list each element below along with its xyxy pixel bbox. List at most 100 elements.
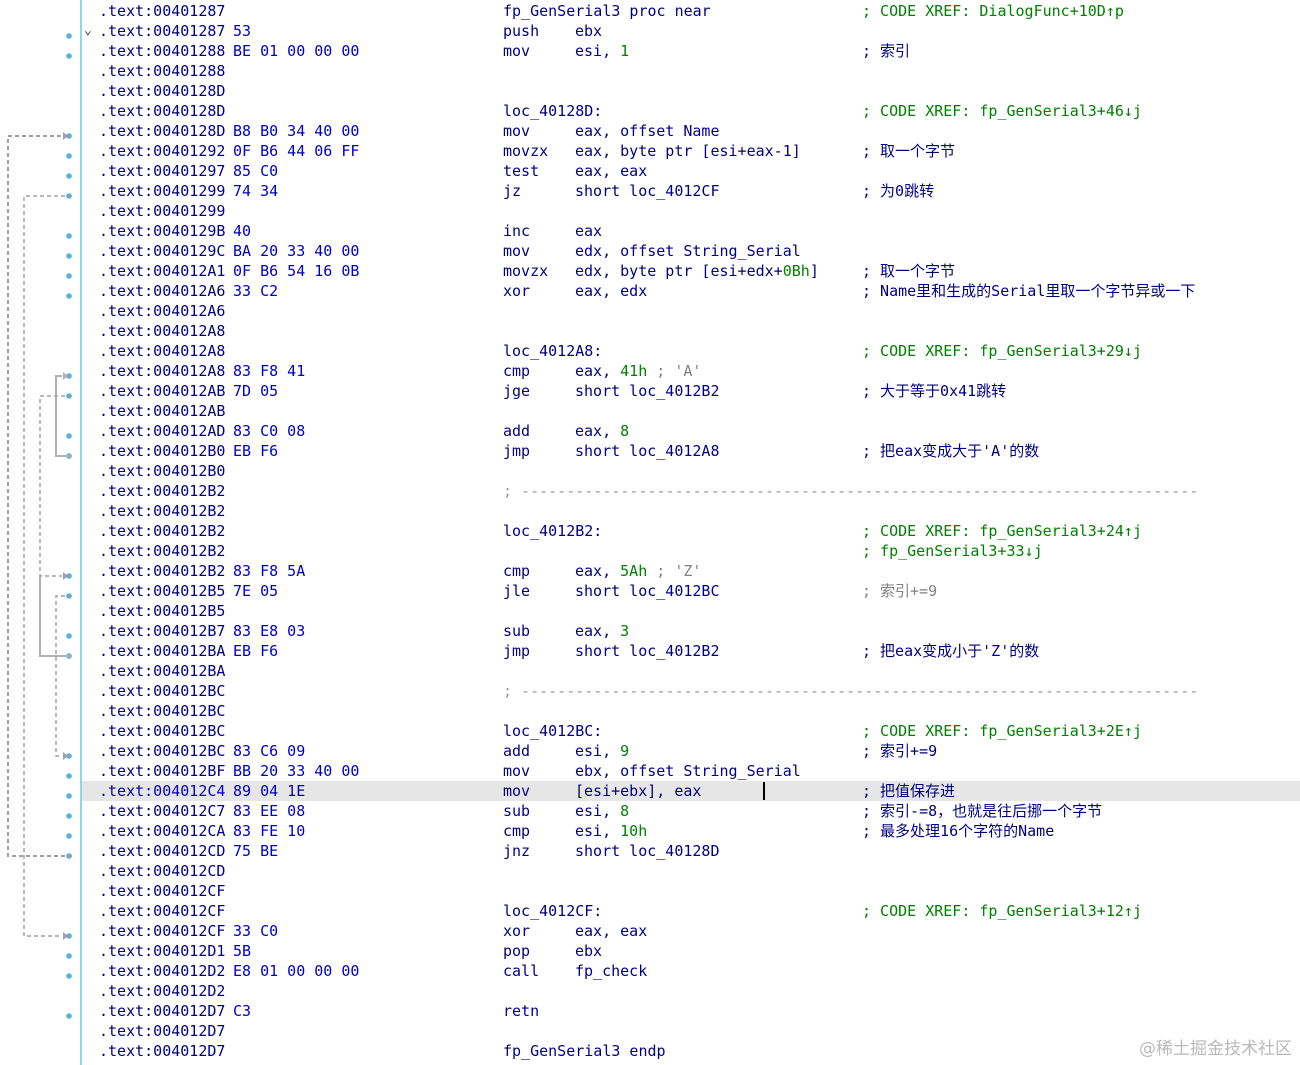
address[interactable]: .text:004012BC: [99, 741, 225, 761]
operand-text[interactable]: short loc_40128D: [575, 842, 720, 860]
mnemonic[interactable]: pop: [503, 941, 530, 961]
operands[interactable]: eax: [575, 221, 602, 241]
breakpoint-dot[interactable]: [66, 33, 72, 39]
mnemonic[interactable]: mov: [503, 241, 530, 261]
mnemonic[interactable]: mov: [503, 781, 530, 801]
listing-row[interactable]: .text:00401288 BE 01 00 00 00 mov esi, 1 ; 索…: [82, 41, 1300, 61]
address[interactable]: .text:00401287: [99, 1, 225, 21]
operand-text[interactable]: eax,: [575, 362, 620, 380]
address[interactable]: .text:004012B2: [99, 501, 225, 521]
operands[interactable]: esi, 9: [575, 741, 629, 761]
breakpoint-dot[interactable]: [66, 973, 72, 979]
listing-row[interactable]: .text:0040129B 40 inc eax: [82, 221, 1300, 241]
mnemonic[interactable]: movzx: [503, 141, 548, 161]
listing-row[interactable]: .text:004012CF 33 C0 xor eax, eax: [82, 921, 1300, 941]
address[interactable]: .text:004012A8: [99, 321, 225, 341]
breakpoint-dot[interactable]: [66, 173, 72, 179]
address[interactable]: .text:004012D2: [99, 961, 225, 981]
operand-text[interactable]: eax, offset Name: [575, 122, 720, 140]
listing-row[interactable]: .text:004012D7 C3 retn: [82, 1001, 1300, 1021]
operands[interactable]: eax, offset Name: [575, 121, 720, 141]
breakpoint-dot[interactable]: [66, 1013, 72, 1019]
mnemonic[interactable]: test: [503, 161, 539, 181]
operands[interactable]: short loc_4012B2: [575, 641, 720, 661]
listing-row[interactable]: .text:004012A8 83 F8 41 cmp eax, 41h ; 'A': [82, 361, 1300, 381]
listing-row[interactable]: .text:004012B7 83 E8 03 sub eax, 3: [82, 621, 1300, 641]
breakpoint-dot[interactable]: [66, 253, 72, 259]
address[interactable]: .text:004012B2: [99, 521, 225, 541]
operand-text[interactable]: short loc_4012B2: [575, 642, 720, 660]
mnemonic[interactable]: add: [503, 741, 530, 761]
address[interactable]: .text:004012CF: [99, 921, 225, 941]
operands[interactable]: eax, 5Ah ; 'Z': [575, 561, 701, 581]
listing-row[interactable]: .text:004012CD: [82, 861, 1300, 881]
listing-row[interactable]: .text:004012BC 83 C6 09 add esi, 9 ; 索引+=9: [82, 741, 1300, 761]
mnemonic[interactable]: push: [503, 21, 539, 41]
listing-row[interactable]: .text:004012D2 E8 01 00 00 00 call fp_check: [82, 961, 1300, 981]
address[interactable]: .text:004012BC: [99, 701, 225, 721]
listing-row[interactable]: ⌄ .text:00401287 53 push ebx: [82, 21, 1300, 41]
operand-text[interactable]: eax: [575, 222, 602, 240]
listing-row[interactable]: .text:00401292 0F B6 44 06 FF movzx eax, by…: [82, 141, 1300, 161]
mnemonic[interactable]: mov: [503, 761, 530, 781]
operands[interactable]: edx, offset String_Serial: [575, 241, 801, 261]
listing-row[interactable]: .text:004012B2 ; ------------------------…: [82, 481, 1300, 501]
listing-row[interactable]: .text:004012BF BB 20 33 40 00 mov ebx, offs…: [82, 761, 1300, 781]
mnemonic[interactable]: sub: [503, 621, 530, 641]
listing-row[interactable]: .text:004012D7 fp_GenSerial3 endp: [82, 1041, 1300, 1061]
listing-row[interactable]: .text:004012CD 75 BE jnz short loc_40128D: [82, 841, 1300, 861]
mnemonic[interactable]: cmp: [503, 361, 530, 381]
address[interactable]: .text:004012BF: [99, 761, 225, 781]
listing-row[interactable]: .text:004012B5: [82, 601, 1300, 621]
operand-text[interactable]: eax,: [575, 622, 620, 640]
listing-row[interactable]: .text:00401299: [82, 201, 1300, 221]
mnemonic[interactable]: jmp: [503, 641, 530, 661]
listing-row[interactable]: .text:004012D7: [82, 1021, 1300, 1041]
address[interactable]: .text:004012B5: [99, 581, 225, 601]
mnemonic[interactable]: mov: [503, 41, 530, 61]
operand-text[interactable]: ebx, offset String_Serial: [575, 762, 801, 780]
operands[interactable]: eax, edx: [575, 281, 647, 301]
code-label[interactable]: loc_4012A8:: [503, 341, 602, 361]
operand-text[interactable]: ebx: [575, 942, 602, 960]
operand-text[interactable]: edx, byte ptr [esi+edx+: [575, 262, 783, 280]
address[interactable]: .text:0040128D: [99, 101, 225, 121]
listing-row[interactable]: .text:004012BA EB F6 jmp short loc_4012B2 ; …: [82, 641, 1300, 661]
operands[interactable]: short loc_40128D: [575, 841, 720, 861]
address[interactable]: .text:0040129B: [99, 221, 225, 241]
mnemonic[interactable]: retn: [503, 1001, 539, 1021]
operand-text[interactable]: eax, eax: [575, 922, 647, 940]
operands[interactable]: eax, eax: [575, 921, 647, 941]
operand-text[interactable]: esi,: [575, 822, 620, 840]
listing-row[interactable]: .text:004012A8: [82, 321, 1300, 341]
address[interactable]: .text:004012A8: [99, 341, 225, 361]
address[interactable]: .text:0040129C: [99, 241, 225, 261]
code-label[interactable]: fp_GenSerial3 endp: [503, 1041, 666, 1061]
operand-text[interactable]: short loc_4012A8: [575, 442, 720, 460]
operand-text[interactable]: esi,: [575, 42, 620, 60]
operand-text[interactable]: esi,: [575, 742, 620, 760]
listing-row[interactable]: .text:004012A1 0F B6 54 16 0B movzx edx, by…: [82, 261, 1300, 281]
mnemonic[interactable]: sub: [503, 801, 530, 821]
address[interactable]: .text:004012D7: [99, 1021, 225, 1041]
listing-row[interactable]: .text:004012BC loc_4012BC: ; CODE XREF: fp…: [82, 721, 1300, 741]
address[interactable]: .text:004012D1: [99, 941, 225, 961]
mnemonic[interactable]: cmp: [503, 561, 530, 581]
operand-text[interactable]: esi,: [575, 802, 620, 820]
mnemonic[interactable]: jnz: [503, 841, 530, 861]
listing-row[interactable]: .text:004012AB: [82, 401, 1300, 421]
operands[interactable]: eax, 8: [575, 421, 629, 441]
listing-row[interactable]: .text:004012B5 7E 05 jle short loc_4012BC ; …: [82, 581, 1300, 601]
code-label[interactable]: fp_GenSerial3 proc near: [503, 1, 711, 21]
address[interactable]: .text:00401297: [99, 161, 225, 181]
breakpoint-dot[interactable]: [66, 773, 72, 779]
address[interactable]: .text:00401299: [99, 181, 225, 201]
address[interactable]: .text:0040128D: [99, 81, 225, 101]
mnemonic[interactable]: jge: [503, 381, 530, 401]
operands[interactable]: eax, byte ptr [esi+eax-1]: [575, 141, 801, 161]
mnemonic[interactable]: cmp: [503, 821, 530, 841]
operands[interactable]: edx, byte ptr [esi+edx+0Bh]: [575, 261, 819, 281]
address[interactable]: .text:004012CD: [99, 841, 225, 861]
address[interactable]: .text:004012A8: [99, 361, 225, 381]
listing-row[interactable]: .text:0040128D B8 B0 34 40 00 mov eax, offs…: [82, 121, 1300, 141]
